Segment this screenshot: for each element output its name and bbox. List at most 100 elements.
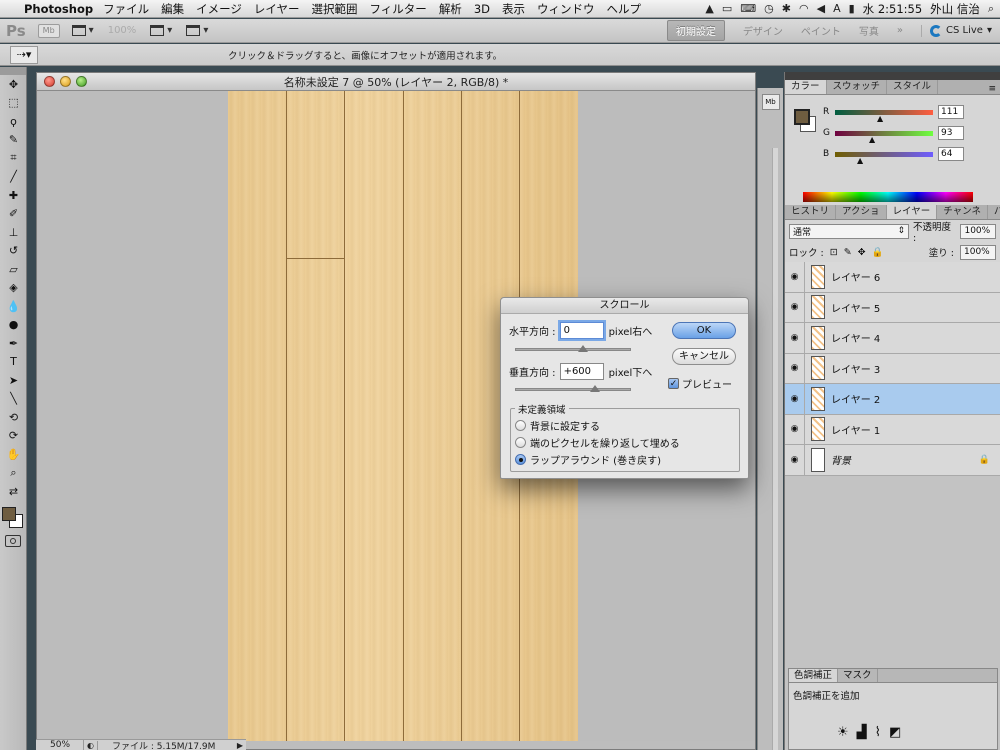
display-icon[interactable]: ▭	[722, 2, 732, 15]
layer-row-background[interactable]: ◉ 背景 🔒	[785, 445, 1000, 476]
lock-transparent-icon[interactable]: ⊡	[830, 247, 838, 258]
menu-3d[interactable]: 3D	[474, 2, 490, 16]
blur-tool-icon[interactable]: 💧	[0, 297, 27, 316]
menu-layer[interactable]: レイヤー	[254, 1, 300, 17]
radio-wrap-around[interactable]: ラップアラウンド (巻き戻す)	[515, 452, 661, 467]
brush-tool-icon[interactable]: ✐	[0, 205, 27, 224]
blue-slider[interactable]: ▲	[835, 151, 933, 164]
workspace-photography[interactable]: 写真	[859, 23, 879, 38]
workspace-essentials[interactable]: 初期設定	[666, 20, 725, 41]
red-slider[interactable]: ▲	[835, 109, 933, 122]
layer-row[interactable]: ◉ レイヤー 6	[785, 262, 1000, 293]
quick-mask-button[interactable]	[5, 534, 21, 547]
swap-colors-icon[interactable]: ⇄	[0, 482, 27, 501]
vertical-slider-thumb[interactable]	[590, 385, 600, 392]
menu-window[interactable]: ウィンドウ	[537, 1, 595, 17]
marquee-tool-icon[interactable]: ⬚	[0, 94, 27, 113]
red-slider-thumb[interactable]: ▲	[877, 114, 883, 123]
menu-image[interactable]: イメージ	[196, 1, 242, 17]
radio-button[interactable]	[515, 420, 526, 431]
user-name[interactable]: 外山 信治	[930, 1, 980, 17]
horizontal-input[interactable]: 0	[559, 322, 604, 339]
zoom-tool-icon[interactable]: ⌕	[0, 464, 27, 483]
time-machine-icon[interactable]: ◷	[764, 2, 774, 15]
zoom-level-dropdown[interactable]: 100%	[108, 25, 137, 36]
hand-tool-icon[interactable]: ✋	[0, 445, 27, 464]
lock-all-icon[interactable]: 🔒	[872, 247, 884, 258]
panel-group-header[interactable]	[785, 72, 1000, 80]
app-menu[interactable]: Photoshop	[24, 2, 93, 16]
panel-menu-icon[interactable]: ≡	[988, 84, 1000, 94]
tab-history[interactable]: ヒストリ	[785, 205, 837, 219]
eye-icon[interactable]: ◉	[785, 292, 805, 322]
vertical-input[interactable]: +600	[559, 363, 604, 380]
eye-icon[interactable]: ◉	[785, 384, 805, 414]
eye-icon[interactable]: ◉	[785, 323, 805, 353]
dodge-tool-icon[interactable]: ●	[0, 316, 27, 335]
shape-tool-icon[interactable]: ╲	[0, 390, 27, 409]
preview-checkbox[interactable]: ✓	[668, 378, 679, 389]
path-selection-tool-icon[interactable]: ➤	[0, 371, 27, 390]
menu-analysis[interactable]: 解析	[439, 1, 462, 17]
mini-bridge-panel-icon[interactable]: Mb	[761, 94, 780, 110]
layer-row[interactable]: ◉ レイヤー 4	[785, 323, 1000, 354]
workspace-painting[interactable]: ペイント	[801, 23, 841, 38]
eye-icon[interactable]: ◉	[785, 414, 805, 444]
workspace-design[interactable]: デザイン	[743, 23, 783, 38]
horizontal-slider[interactable]	[515, 345, 631, 352]
menu-help[interactable]: ヘルプ	[606, 1, 641, 17]
tab-swatches[interactable]: スウォッチ	[827, 80, 888, 94]
levels-icon[interactable]: ▟	[857, 725, 867, 740]
document-titlebar[interactable]: 名称未設定 7 @ 50% (レイヤー 2, RGB/8) *	[37, 73, 755, 91]
input-method-icon[interactable]: A	[833, 2, 841, 15]
tab-adjustments[interactable]: 色調補正	[789, 669, 839, 682]
brightness-contrast-icon[interactable]: ☀	[837, 725, 849, 740]
radio-set-to-background[interactable]: 背景に設定する	[515, 418, 600, 433]
red-value-field[interactable]: 111	[938, 105, 964, 119]
menu-view[interactable]: 表示	[502, 1, 525, 17]
tools-panel-grip[interactable]	[0, 67, 26, 75]
green-slider[interactable]: ▲	[835, 130, 933, 143]
foreground-color-swatch[interactable]	[2, 506, 16, 521]
layer-row[interactable]: ◉ レイヤー 1	[785, 414, 1000, 445]
tab-color[interactable]: カラー	[785, 80, 827, 94]
adobe-icon[interactable]: ▲	[705, 2, 713, 15]
menu-edit[interactable]: 編集	[161, 1, 184, 17]
horizontal-slider-thumb[interactable]	[578, 345, 588, 352]
color-panel-foreground-swatch[interactable]	[794, 109, 810, 125]
eyedropper-tool-icon[interactable]: ╱	[0, 168, 27, 187]
status-zoom[interactable]: 50%	[36, 740, 84, 750]
tool-preset-picker[interactable]: ⇢▾	[10, 45, 38, 64]
mini-bridge-button[interactable]: Mb	[37, 23, 60, 38]
workspace-more-button[interactable]: »	[897, 25, 903, 36]
eye-icon[interactable]: ◉	[785, 445, 805, 475]
wifi-icon[interactable]: ◠	[799, 2, 809, 15]
radio-button[interactable]	[515, 437, 526, 448]
menu-file[interactable]: ファイル	[103, 1, 149, 17]
move-tool-icon[interactable]: ✥	[0, 75, 27, 94]
radio-repeat-edge-pixels[interactable]: 端のピクセルを繰り返して埋める	[515, 435, 680, 450]
menu-select[interactable]: 選択範囲	[312, 1, 358, 17]
tab-paths[interactable]: パス	[988, 205, 1000, 219]
blue-value-field[interactable]: 64	[938, 147, 964, 161]
3d-orbit-tool-icon[interactable]: ⟳	[0, 427, 27, 446]
menu-filter[interactable]: フィルター	[370, 1, 427, 17]
pen-tool-icon[interactable]: ✒	[0, 334, 27, 353]
eraser-tool-icon[interactable]: ▱	[0, 260, 27, 279]
eye-icon[interactable]: ◉	[785, 262, 805, 292]
fill-field[interactable]: 100%	[960, 244, 996, 260]
quick-selection-tool-icon[interactable]: ✎	[0, 131, 27, 150]
crop-tool-icon[interactable]: ⌗	[0, 149, 27, 168]
screen-mode-button[interactable]: ▾	[186, 25, 208, 36]
status-menu-arrow-icon[interactable]: ▶	[234, 741, 246, 750]
curves-icon[interactable]: ⌇	[875, 725, 881, 740]
green-value-field[interactable]: 93	[938, 126, 964, 140]
layer-row-selected[interactable]: ◉ レイヤー 2	[785, 384, 1000, 415]
3d-rotate-tool-icon[interactable]: ⟲	[0, 408, 27, 427]
vertical-slider[interactable]	[515, 385, 631, 392]
cs-live-button[interactable]: CS Live ▾	[921, 24, 992, 37]
battery-icon[interactable]: ▮	[849, 2, 855, 15]
spotlight-icon[interactable]: ⌕	[988, 2, 994, 16]
vertical-scrollbar[interactable]	[772, 148, 778, 750]
tab-styles[interactable]: スタイル	[887, 80, 939, 94]
